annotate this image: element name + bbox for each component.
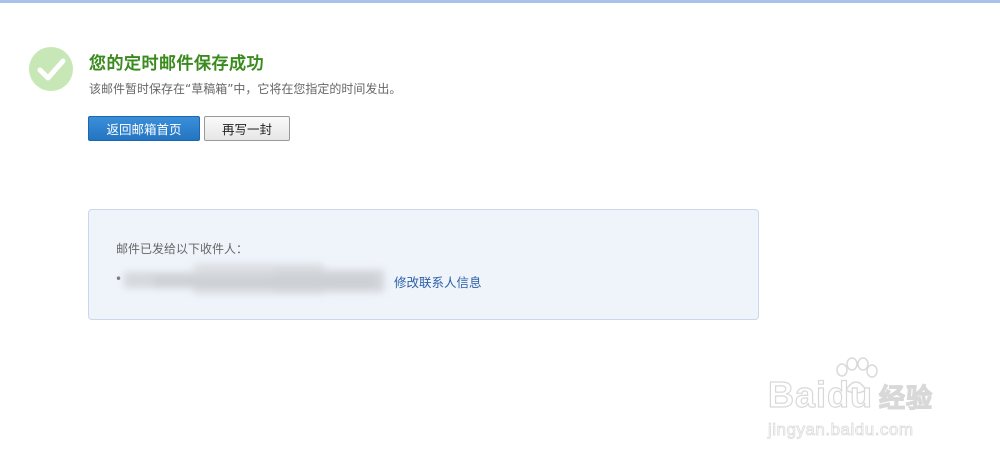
watermark-brand-cn: 经验 xyxy=(878,383,934,414)
watermark-url: jingyan.baidu.com xyxy=(768,420,914,440)
watermark-brand-latin: Baidu xyxy=(767,373,874,415)
page: 您的定时邮件保存成功 该邮件暂时保存在“草稿箱”中，它将在您指定的时间发出。 返… xyxy=(0,0,1000,466)
success-message: 该邮件暂时保存在“草稿箱”中，它将在您指定的时间发出。 xyxy=(89,82,402,96)
write-another-button[interactable]: 再写一封 xyxy=(204,116,290,141)
recipients-panel: 邮件已发给以下收件人： • 修改联系人信息 xyxy=(88,209,759,320)
recipients-label: 邮件已发给以下收件人： xyxy=(116,242,249,256)
watermark-brand: Baidu 经验 xyxy=(767,373,934,416)
recipient-bullet: • xyxy=(115,272,123,286)
top-border xyxy=(0,0,1000,3)
recipient-address-redacted xyxy=(124,262,388,298)
back-to-inbox-button[interactable]: 返回邮箱首页 xyxy=(88,116,200,141)
success-title: 您的定时邮件保存成功 xyxy=(89,54,264,74)
checkmark-circle-icon xyxy=(29,47,73,91)
edit-contact-link[interactable]: 修改联系人信息 xyxy=(394,272,482,291)
baidu-jingyan-watermark: Baidu 经验 jingyan.baidu.com xyxy=(762,356,952,446)
